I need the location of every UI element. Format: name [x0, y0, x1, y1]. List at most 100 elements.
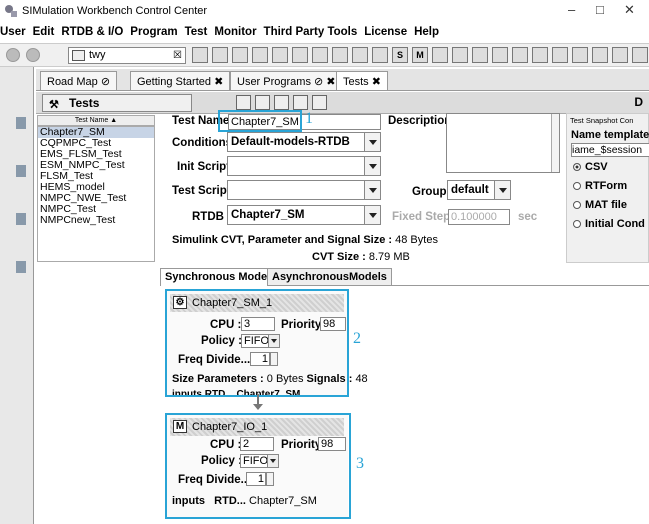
- fixed-step-input[interactable]: 0.100000: [448, 209, 510, 225]
- menu-third-party-tools[interactable]: Third Party Tools: [264, 26, 358, 38]
- menu-help[interactable]: Help: [414, 26, 439, 38]
- list-item[interactable]: NMPCnew_Test: [38, 215, 154, 226]
- number-icon[interactable]: [372, 47, 388, 63]
- session-combo[interactable]: twy ☒: [68, 47, 186, 64]
- scrollbar[interactable]: [551, 114, 559, 172]
- close-button[interactable]: ✕: [624, 2, 635, 18]
- tab-synchronous-models[interactable]: Synchronous Models: [160, 268, 282, 286]
- test-script-select[interactable]: [227, 180, 381, 200]
- tab-label: Getting Started: [137, 76, 211, 88]
- menu-program[interactable]: Program: [130, 26, 177, 38]
- tests-panel-button[interactable]: ⚒ Tests: [42, 94, 192, 112]
- sort-icon[interactable]: [312, 95, 327, 110]
- callout-box-3: [165, 413, 351, 519]
- monitor-icon[interactable]: [532, 47, 548, 63]
- record-icon[interactable]: [26, 48, 40, 62]
- abc-signal-icon[interactable]: [292, 47, 308, 63]
- tab-label: Tests: [343, 76, 369, 88]
- run-icon[interactable]: [236, 95, 251, 110]
- init-script-select[interactable]: [227, 156, 381, 176]
- tab-close-icon[interactable]: ✖: [372, 76, 381, 88]
- cvt-value: 48 Bytes: [395, 234, 438, 246]
- snapshot-title: Test Snapshot Con: [570, 116, 634, 125]
- wand2-icon[interactable]: [452, 47, 468, 63]
- pulse-icon[interactable]: [332, 47, 348, 63]
- menu-edit[interactable]: Edit: [33, 26, 55, 38]
- dock-marker: [16, 213, 26, 225]
- tab-tests[interactable]: Tests ✖: [336, 71, 388, 90]
- chevron-down-icon[interactable]: [364, 206, 380, 224]
- gear-icon[interactable]: [632, 47, 648, 63]
- wave-icon[interactable]: [312, 47, 328, 63]
- name-template-input[interactable]: iame_$session: [571, 143, 649, 157]
- list-icon[interactable]: [192, 47, 208, 63]
- tab-road-map[interactable]: Road Map ⊘: [40, 71, 118, 90]
- grid-icon[interactable]: [212, 47, 228, 63]
- radio-rtform[interactable]: RTForm: [573, 180, 627, 192]
- copy-test-icon[interactable]: [274, 95, 289, 110]
- minimize-button[interactable]: –: [568, 2, 575, 17]
- chevron-down-icon[interactable]: [364, 181, 380, 199]
- chevron-down-icon[interactable]: [364, 133, 380, 151]
- signal-icon[interactable]: [252, 47, 268, 63]
- stop-icon[interactable]: [6, 48, 20, 62]
- rtf2-icon[interactable]: [572, 47, 588, 63]
- rtdb-value: Chapter7_SM: [231, 209, 305, 221]
- wand3-icon[interactable]: [472, 47, 488, 63]
- tab-suffix[interactable]: ⊘: [101, 76, 110, 88]
- io-icon[interactable]: [592, 47, 608, 63]
- tab-user-programs[interactable]: User Programs ⊘ ✖: [230, 71, 343, 90]
- tab-asynchronous-models[interactable]: AsynchronousModels: [267, 268, 392, 286]
- callout-box-1: [218, 110, 302, 132]
- radio-label: CSV: [585, 161, 608, 173]
- idl-icon[interactable]: [612, 47, 628, 63]
- tab-close-icon[interactable]: ⊘ ✖: [314, 76, 336, 88]
- callout-box-2: [165, 289, 349, 397]
- menu-bar: User Edit RTDB & I/O Program Test Monito…: [0, 22, 649, 42]
- cvt-label: Simulink CVT, Parameter and Signal Size …: [172, 234, 393, 246]
- radio-label: MAT file: [585, 199, 627, 211]
- wand-icon[interactable]: [432, 47, 448, 63]
- menu-monitor[interactable]: Monitor: [214, 26, 256, 38]
- cvt-info: Simulink CVT, Parameter and Signal Size …: [172, 234, 438, 246]
- tab-bar: Road Map ⊘ Getting Started ✖ User Progra…: [36, 69, 649, 91]
- clear-icon[interactable]: ☒: [173, 48, 182, 63]
- wand-icon: ⚒: [49, 99, 59, 111]
- tab-getting-started[interactable]: Getting Started ✖: [130, 71, 231, 90]
- conditions-value: Default-models-RTDB: [231, 136, 350, 148]
- rtdb-select[interactable]: Chapter7_SM: [227, 205, 381, 225]
- menu-test[interactable]: Test: [185, 26, 208, 38]
- radio-mat-file[interactable]: MAT file: [573, 199, 627, 211]
- radio-dot: [573, 163, 581, 171]
- radio-csv[interactable]: CSV: [573, 161, 608, 173]
- chevron-down-icon[interactable]: [364, 157, 380, 175]
- new-test-icon[interactable]: [255, 95, 270, 110]
- fixed-step-unit: sec: [518, 211, 538, 223]
- tab-close-icon[interactable]: ✖: [214, 76, 223, 88]
- window-title: SIMulation Workbench Control Center: [22, 5, 208, 17]
- edit-test-icon[interactable]: [293, 95, 308, 110]
- conditions-select[interactable]: Default-models-RTDB: [227, 132, 381, 152]
- menu-user[interactable]: User: [0, 26, 26, 38]
- s-icon[interactable]: S: [392, 47, 408, 63]
- export-icon[interactable]: [352, 47, 368, 63]
- radio-dot: [573, 201, 581, 209]
- rtf-icon[interactable]: [552, 47, 568, 63]
- network-icon[interactable]: [512, 47, 528, 63]
- m-icon[interactable]: M: [412, 47, 428, 63]
- menu-rtdb-io[interactable]: RTDB & I/O: [61, 26, 123, 38]
- database-icon[interactable]: [232, 47, 248, 63]
- group-select[interactable]: default: [447, 180, 511, 200]
- chevron-down-icon[interactable]: [494, 181, 510, 199]
- description-textarea[interactable]: [446, 113, 560, 173]
- tab-label: Road Map: [47, 76, 98, 88]
- radio-initial-cond[interactable]: Initial Cond: [573, 218, 645, 230]
- session-combo-value: twy: [89, 49, 106, 61]
- maximize-button[interactable]: □: [596, 2, 604, 17]
- signal-step-icon[interactable]: [272, 47, 288, 63]
- callout-number-1: 1: [305, 110, 313, 127]
- dock-marker: [16, 261, 26, 273]
- wand4-icon[interactable]: [492, 47, 508, 63]
- menu-license[interactable]: License: [364, 26, 407, 38]
- test-list-header[interactable]: Test Name ▲: [37, 115, 155, 126]
